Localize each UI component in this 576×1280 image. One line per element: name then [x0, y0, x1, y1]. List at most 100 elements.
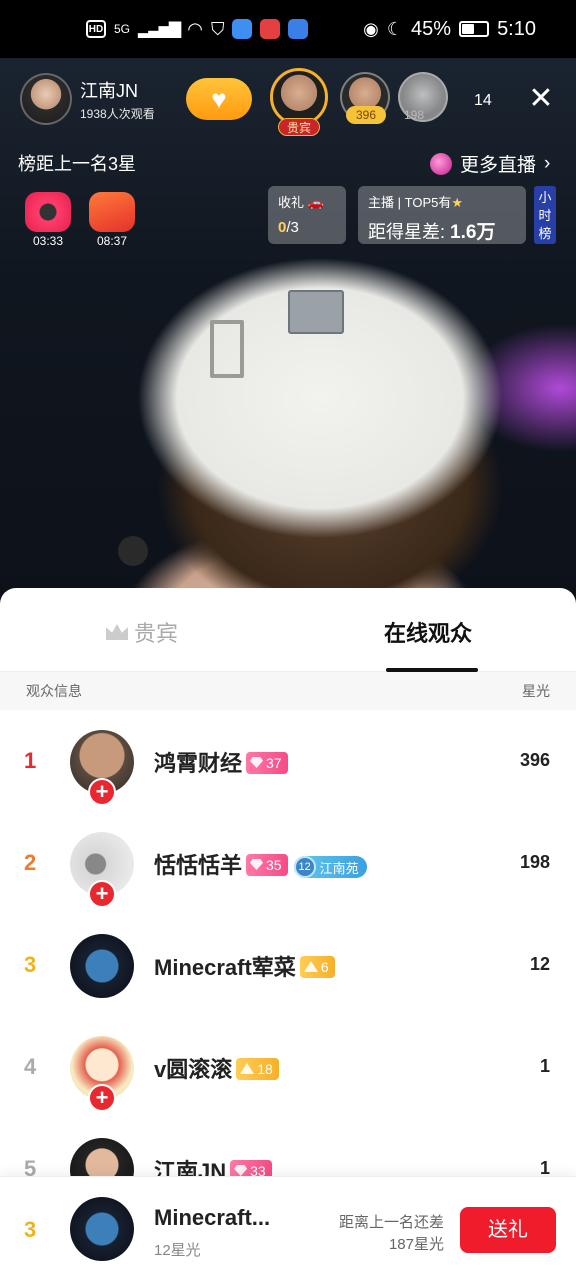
list-item[interactable]: 3 Minecraft荤菜 6 12: [0, 916, 576, 1016]
star-score: 396: [519, 750, 550, 770]
more-live-button[interactable]: 更多直播 ›: [430, 150, 550, 177]
battery-fill: [462, 24, 474, 34]
follow-plus-button[interactable]: +: [88, 1084, 116, 1112]
user-name: 恬恬恬羊: [154, 853, 243, 878]
huawei-app-icon: [260, 19, 281, 39]
follow-button[interactable]: ♥: [186, 78, 252, 120]
signal-bars-icon: ▂▃▅▇: [138, 21, 181, 38]
rank-number: 1: [24, 748, 37, 773]
follow-plus-button[interactable]: +: [88, 880, 116, 908]
eye-icon: ◉: [363, 18, 379, 39]
list-header-right: 星光: [522, 683, 550, 699]
tab-online-audience[interactable]: 在线观众: [384, 616, 472, 648]
close-icon[interactable]: ✕: [526, 84, 556, 114]
host-info[interactable]: 江南JN 1938人次观看: [20, 72, 168, 126]
host-avatar[interactable]: [20, 73, 72, 125]
gem-icon: [250, 859, 264, 870]
treasure-timer: 08:37: [96, 234, 128, 248]
level-number: 18: [257, 1060, 273, 1077]
signal-icon: 5G: [114, 22, 131, 36]
tab-vip[interactable]: 贵宾: [106, 616, 178, 648]
list-item[interactable]: 4 + v圆滚滚 18 1: [0, 1018, 576, 1118]
battery-icon: [459, 21, 490, 37]
gift-task-label: 收礼: [278, 195, 305, 210]
treasure-timer: 03:33: [32, 234, 64, 248]
hour-rank-char: 时: [538, 208, 552, 223]
heart-plus-icon: ♥: [211, 83, 227, 114]
rank-number: 4: [24, 1054, 37, 1079]
cap-clip: [210, 320, 244, 378]
treasure-box-1[interactable]: 03:33: [22, 192, 74, 248]
cloud-app-icon: [232, 19, 253, 39]
list-item[interactable]: 2 + 恬恬恬羊 35 12 江南苑 198: [0, 814, 576, 914]
my-name: Minecraft...: [154, 1205, 271, 1230]
user-name: v圆滚滚: [154, 1057, 233, 1082]
star-score: 198: [519, 852, 550, 872]
rank-tip[interactable]: 榜距上一名3星: [18, 150, 136, 176]
crown-icon: [106, 624, 128, 640]
battery-percent: 45%: [411, 17, 452, 40]
star-score: 1: [539, 1056, 550, 1076]
fan-club-level: 12: [293, 856, 316, 878]
top-viewer-score-3: 198: [404, 108, 425, 122]
gift-task-card[interactable]: 收礼 🚗 0/3: [268, 186, 346, 244]
my-rank-number: 3: [24, 1217, 37, 1242]
online-count[interactable]: 14: [474, 92, 492, 110]
host-name: 江南JN: [80, 80, 138, 101]
clock: 5:10: [497, 17, 536, 40]
level-badge: 37: [246, 751, 288, 774]
star-score: 12: [529, 954, 550, 974]
rank-number: 3: [24, 952, 37, 977]
chevron-right-icon: ›: [544, 152, 551, 174]
gap-label: 距离上一名还差: [338, 1214, 444, 1231]
my-avatar[interactable]: [70, 1197, 134, 1261]
shield-icon: ⛉: [210, 18, 225, 39]
level-badge: 18: [236, 1057, 279, 1080]
gap-value: 187星光: [388, 1236, 444, 1253]
host-views: 1938人次观看: [80, 106, 155, 121]
moon-icon: ☾: [386, 18, 404, 39]
top-viewer-score-2: 396: [346, 106, 386, 124]
gem-icon: [250, 757, 264, 768]
top5-gap-value: 1.6万: [450, 222, 496, 243]
avatar[interactable]: [70, 934, 134, 998]
fan-club-name: 江南苑: [319, 860, 359, 876]
triangle-icon: [303, 961, 318, 972]
more-live-label: 更多直播: [460, 155, 537, 176]
list-item[interactable]: 1 + 鸿霄财经 37 396: [0, 712, 576, 812]
live-video[interactable]: [0, 58, 576, 618]
my-rank-bar: 3 Minecraft... 12星光 距离上一名还差 187星光 送礼: [0, 1176, 576, 1280]
hd-icon: HD: [86, 20, 106, 38]
tab-vip-label: 贵宾: [134, 621, 179, 646]
top5-host-label: 主播: [368, 195, 395, 210]
tab-bar: 贵宾 在线观众: [0, 588, 576, 672]
top5-gap-label: 距得星差:: [368, 222, 446, 242]
gift-bag-icon: [89, 192, 135, 232]
level-number: 6: [320, 958, 329, 975]
earbud: [118, 536, 148, 566]
top5-card[interactable]: 主播 | TOP5有★ 距得星差: 1.6万: [358, 186, 526, 244]
tab-underline: [386, 668, 478, 672]
car-icon: 🚗: [307, 195, 324, 210]
hour-rank-button[interactable]: 小 时 榜: [534, 186, 556, 244]
treasure-icon: [25, 192, 71, 232]
follow-plus-button[interactable]: +: [88, 778, 116, 806]
my-star-count: 12星光: [154, 1242, 201, 1259]
level-number: 37: [266, 754, 282, 771]
user-name: 鸿霄财经: [154, 751, 243, 776]
triangle-icon: [240, 1063, 255, 1074]
vip-tag: 贵宾: [278, 118, 320, 136]
send-gift-button[interactable]: 送礼: [460, 1207, 556, 1253]
list-header-left: 观众信息: [26, 683, 82, 699]
hour-rank-char: 榜: [538, 226, 552, 241]
hour-rank-char: 小: [538, 190, 552, 205]
gift-task-total: /3: [286, 219, 299, 236]
rank-number: 2: [24, 850, 37, 875]
treasure-box-2[interactable]: 08:37: [86, 192, 138, 248]
level-badge: 6: [299, 955, 335, 978]
wifi-icon: ◠: [187, 18, 203, 39]
browser-app-icon: [288, 19, 309, 39]
top5-label: TOP5有: [404, 195, 452, 210]
user-name: Minecraft荤菜: [154, 955, 296, 980]
star-icon: ★: [451, 195, 464, 210]
